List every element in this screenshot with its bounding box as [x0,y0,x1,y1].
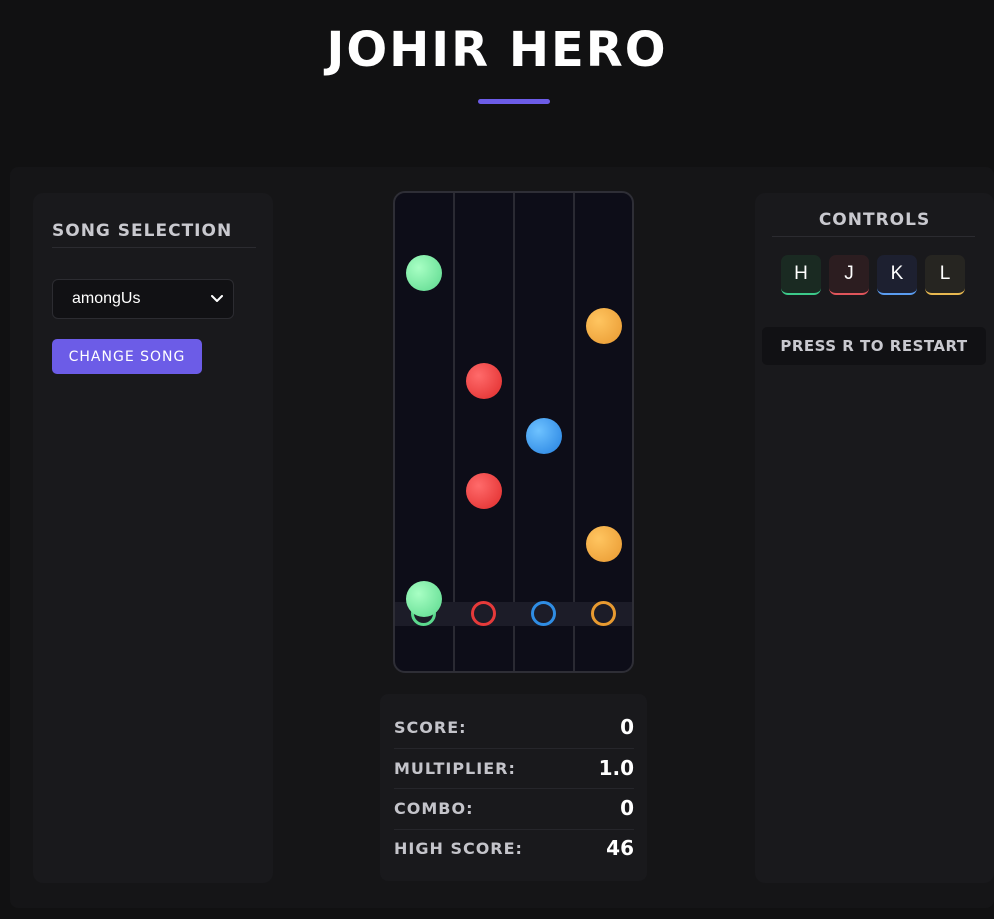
multiplier-value: 1.0 [598,756,634,780]
note-green [406,255,442,291]
combo-row: COMBO: 0 [394,788,634,828]
score-label: SCORE: [394,717,467,737]
hit-target-lane-3 [531,601,556,626]
hit-target-lane-4 [591,601,616,626]
controls-heading: CONTROLS [818,210,931,230]
song-select-value: amongUs [72,290,141,307]
note-orange [586,308,622,344]
combo-value: 0 [620,796,634,820]
high-score-value: 46 [606,836,634,860]
song-selection-heading: SONG SELECTION [52,221,233,241]
note-highway [393,191,634,673]
multiplier-row: MULTIPLIER: 1.0 [394,748,634,788]
note-orange [586,526,622,562]
key-j[interactable]: J [829,255,869,295]
controls-panel: CONTROLS H J K L PRESS R TO RESTART [755,193,994,883]
note-red [466,363,502,399]
high-score-label: HIGH SCORE: [394,838,523,858]
high-score-row: HIGH SCORE: 46 [394,828,634,868]
note-blue [526,418,562,454]
key-k[interactable]: K [877,255,917,295]
lane-divider [573,193,575,671]
multiplier-label: MULTIPLIER: [394,758,516,778]
chevron-down-icon [211,291,223,307]
title-underline [478,99,550,104]
divider [772,236,975,237]
lane-divider [513,193,515,671]
key-l[interactable]: L [925,255,965,295]
score-row: SCORE: 0 [394,707,634,747]
lane-divider [453,193,455,671]
hit-target-lane-2 [471,601,496,626]
stats-panel: SCORE: 0 MULTIPLIER: 1.0 COMBO: 0 HIGH S… [380,694,647,881]
note-red [466,473,502,509]
combo-label: COMBO: [394,798,474,818]
change-song-button[interactable]: CHANGE SONG [52,339,202,374]
divider [52,247,256,248]
game-title: JOHIR HERO [326,22,668,78]
key-h[interactable]: H [781,255,821,295]
restart-hint: PRESS R TO RESTART [762,327,986,365]
song-select[interactable]: amongUs [52,279,234,319]
score-value: 0 [620,715,634,739]
song-selection-panel: SONG SELECTION amongUs CHANGE SONG [33,193,273,883]
note-green [406,581,442,617]
